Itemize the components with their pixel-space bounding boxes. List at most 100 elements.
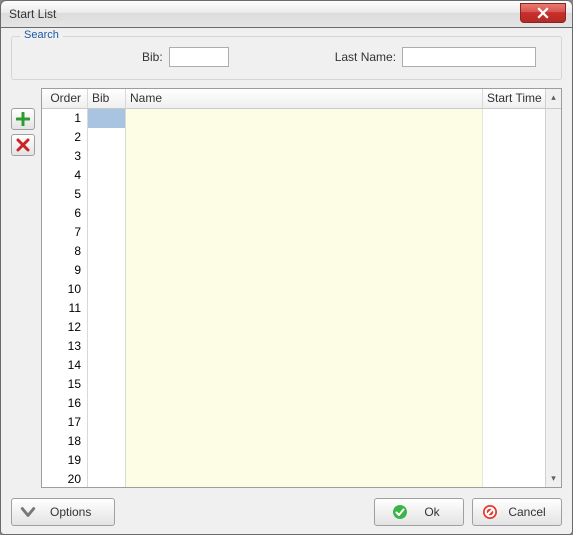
table-row[interactable]: 15 bbox=[42, 375, 545, 394]
table-row[interactable]: 2 bbox=[42, 128, 545, 147]
cell-name[interactable] bbox=[126, 375, 483, 394]
cell-order[interactable]: 15 bbox=[42, 375, 88, 394]
cell-name[interactable] bbox=[126, 470, 483, 487]
table-row[interactable]: 18 bbox=[42, 432, 545, 451]
cell-start-time[interactable] bbox=[483, 185, 545, 204]
cell-bib[interactable] bbox=[88, 204, 126, 223]
cell-start-time[interactable] bbox=[483, 356, 545, 375]
cell-order[interactable]: 4 bbox=[42, 166, 88, 185]
cell-name[interactable] bbox=[126, 185, 483, 204]
cell-order[interactable]: 16 bbox=[42, 394, 88, 413]
cell-name[interactable] bbox=[126, 223, 483, 242]
cell-start-time[interactable] bbox=[483, 166, 545, 185]
scroll-down-arrow[interactable]: ▾ bbox=[546, 470, 561, 487]
cell-bib[interactable] bbox=[88, 451, 126, 470]
cell-bib[interactable] bbox=[88, 147, 126, 166]
delete-button[interactable] bbox=[11, 134, 35, 156]
cell-order[interactable]: 11 bbox=[42, 299, 88, 318]
col-bib[interactable]: Bib bbox=[88, 89, 126, 108]
cell-order[interactable]: 13 bbox=[42, 337, 88, 356]
cell-bib[interactable] bbox=[88, 375, 126, 394]
cell-order[interactable]: 3 bbox=[42, 147, 88, 166]
cell-order[interactable]: 1 bbox=[42, 109, 88, 128]
cell-order[interactable]: 14 bbox=[42, 356, 88, 375]
cell-order[interactable]: 2 bbox=[42, 128, 88, 147]
cell-name[interactable] bbox=[126, 413, 483, 432]
cell-order[interactable]: 9 bbox=[42, 261, 88, 280]
bib-input[interactable] bbox=[169, 47, 229, 67]
cell-bib[interactable] bbox=[88, 223, 126, 242]
table-row[interactable]: 17 bbox=[42, 413, 545, 432]
cell-bib[interactable] bbox=[88, 261, 126, 280]
cell-name[interactable] bbox=[126, 242, 483, 261]
table-row[interactable]: 6 bbox=[42, 204, 545, 223]
cell-order[interactable]: 20 bbox=[42, 470, 88, 487]
cell-bib[interactable] bbox=[88, 166, 126, 185]
table-row[interactable]: 14 bbox=[42, 356, 545, 375]
cell-bib[interactable] bbox=[88, 299, 126, 318]
ok-button[interactable]: Ok bbox=[374, 498, 464, 526]
table-row[interactable]: 9 bbox=[42, 261, 545, 280]
cell-bib[interactable] bbox=[88, 356, 126, 375]
col-start-time[interactable]: Start Time bbox=[483, 89, 545, 108]
cell-name[interactable] bbox=[126, 299, 483, 318]
add-button[interactable] bbox=[11, 108, 35, 130]
cell-order[interactable]: 12 bbox=[42, 318, 88, 337]
close-button[interactable] bbox=[520, 3, 566, 23]
cell-name[interactable] bbox=[126, 166, 483, 185]
cell-start-time[interactable] bbox=[483, 242, 545, 261]
cell-order[interactable]: 17 bbox=[42, 413, 88, 432]
cell-name[interactable] bbox=[126, 356, 483, 375]
cell-start-time[interactable] bbox=[483, 109, 545, 128]
cell-start-time[interactable] bbox=[483, 223, 545, 242]
table-row[interactable]: 11 bbox=[42, 299, 545, 318]
cell-name[interactable] bbox=[126, 204, 483, 223]
cell-order[interactable]: 19 bbox=[42, 451, 88, 470]
cell-order[interactable]: 7 bbox=[42, 223, 88, 242]
cell-name[interactable] bbox=[126, 451, 483, 470]
cell-order[interactable]: 18 bbox=[42, 432, 88, 451]
table-row[interactable]: 13 bbox=[42, 337, 545, 356]
cell-bib[interactable] bbox=[88, 242, 126, 261]
cell-start-time[interactable] bbox=[483, 128, 545, 147]
cell-start-time[interactable] bbox=[483, 375, 545, 394]
cell-start-time[interactable] bbox=[483, 451, 545, 470]
cell-start-time[interactable] bbox=[483, 299, 545, 318]
table-row[interactable]: 10 bbox=[42, 280, 545, 299]
cell-bib[interactable] bbox=[88, 280, 126, 299]
cell-order[interactable]: 10 bbox=[42, 280, 88, 299]
cell-name[interactable] bbox=[126, 261, 483, 280]
table-row[interactable]: 16 bbox=[42, 394, 545, 413]
table-row[interactable]: 12 bbox=[42, 318, 545, 337]
cell-name[interactable] bbox=[126, 394, 483, 413]
cell-name[interactable] bbox=[126, 337, 483, 356]
cell-start-time[interactable] bbox=[483, 413, 545, 432]
cell-start-time[interactable] bbox=[483, 318, 545, 337]
cell-bib[interactable] bbox=[88, 413, 126, 432]
table-row[interactable]: 8 bbox=[42, 242, 545, 261]
cell-start-time[interactable] bbox=[483, 394, 545, 413]
table-row[interactable]: 19 bbox=[42, 451, 545, 470]
cell-start-time[interactable] bbox=[483, 204, 545, 223]
lastname-input[interactable] bbox=[402, 47, 536, 67]
cell-bib[interactable] bbox=[88, 470, 126, 487]
table-row[interactable]: 4 bbox=[42, 166, 545, 185]
cell-name[interactable] bbox=[126, 109, 483, 128]
cell-bib[interactable] bbox=[88, 128, 126, 147]
cell-start-time[interactable] bbox=[483, 261, 545, 280]
scroll-up-arrow[interactable]: ▴ bbox=[546, 89, 561, 106]
cell-bib[interactable] bbox=[88, 337, 126, 356]
cell-order[interactable]: 6 bbox=[42, 204, 88, 223]
cancel-button[interactable]: Cancel bbox=[472, 498, 562, 526]
cell-start-time[interactable] bbox=[483, 280, 545, 299]
cell-name[interactable] bbox=[126, 147, 483, 166]
cell-name[interactable] bbox=[126, 432, 483, 451]
table-row[interactable]: 5 bbox=[42, 185, 545, 204]
table-row[interactable]: 7 bbox=[42, 223, 545, 242]
col-name[interactable]: Name bbox=[126, 89, 483, 108]
table-row[interactable]: 3 bbox=[42, 147, 545, 166]
cell-bib[interactable] bbox=[88, 394, 126, 413]
table-row[interactable]: 20 bbox=[42, 470, 545, 487]
cell-order[interactable]: 5 bbox=[42, 185, 88, 204]
table-row[interactable]: 1 bbox=[42, 109, 545, 128]
